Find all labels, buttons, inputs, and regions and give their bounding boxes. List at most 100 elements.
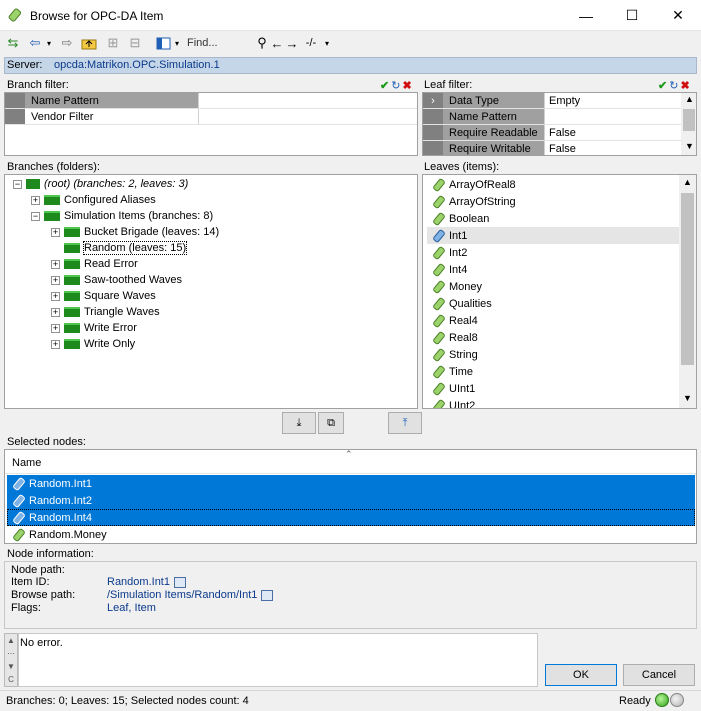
clear-x-icon[interactable]: ✖ [402, 79, 411, 92]
ok-button[interactable]: OK [545, 664, 617, 686]
leaf-item[interactable]: Qualities [427, 295, 696, 312]
find-option[interactable]: -/- [301, 34, 321, 52]
selected-node-row[interactable]: Random.Int2 [7, 492, 695, 509]
cancel-button[interactable]: Cancel [623, 664, 695, 686]
leaf-item[interactable]: Int2 [427, 244, 696, 261]
leaf-item[interactable]: UInt2 [427, 397, 696, 408]
tree-node-triangle-waves[interactable]: + Triangle Waves [51, 304, 160, 320]
forward-icon[interactable]: ⇨ [58, 34, 76, 52]
leaf-item[interactable]: Time [427, 363, 696, 380]
add-all-button[interactable]: ⧉ [318, 412, 344, 434]
scroll-down-icon[interactable]: ▼ [683, 393, 692, 403]
folder-icon [64, 339, 80, 349]
leaf-filter-row[interactable]: Require Readable False [423, 125, 681, 141]
expand-icon[interactable]: ⊞ [104, 34, 122, 52]
tree-node-write-only[interactable]: + Write Only [51, 336, 135, 352]
tree-node-read-error[interactable]: + Read Error [51, 256, 138, 272]
find-input[interactable]: Find... [187, 34, 251, 52]
browse-path-value: /Simulation Items/Random/Int1 [107, 589, 274, 601]
find-option-dropdown-icon[interactable]: ▾ [322, 34, 332, 52]
title-bar: Browse for OPC-DA Item — ☐ ✕ [0, 0, 701, 31]
find-next-icon[interactable]: → [285, 34, 299, 52]
layout-dropdown-icon[interactable]: ▾ [172, 34, 182, 52]
leaf-item[interactable]: Int1 [427, 227, 696, 244]
leaf-filter-row[interactable]: Require Writable False [423, 141, 681, 155]
folder-icon [64, 259, 80, 269]
expand-toggle-icon[interactable]: + [51, 339, 60, 349]
leaf-item[interactable]: Money [427, 278, 696, 295]
scroll-down-icon[interactable]: ▼ [685, 141, 694, 151]
add-selected-button[interactable]: ⤓ [282, 412, 316, 434]
expand-toggle-icon[interactable]: + [51, 275, 60, 285]
expand-toggle-icon[interactable]: + [51, 259, 60, 269]
scroll-down-icon[interactable]: ▼ [5, 660, 17, 673]
collapse-toggle-icon[interactable]: − [13, 179, 22, 189]
expand-toggle-icon[interactable]: + [51, 291, 60, 301]
leaf-item[interactable]: Boolean [427, 210, 696, 227]
tree-node-simulation-items[interactable]: − Simulation Items (branches: 8) [31, 208, 213, 224]
close-button[interactable]: ✕ [655, 0, 701, 31]
tree-node-root[interactable]: − (root) (branches: 2, leaves: 3) [13, 176, 188, 192]
expand-toggle-icon[interactable]: + [51, 323, 60, 333]
leaf-label: Boolean [449, 212, 490, 225]
minimize-button[interactable]: — [563, 0, 609, 31]
copy-icon[interactable] [173, 576, 186, 588]
leaf-filter-row[interactable]: Name Pattern [423, 109, 681, 125]
find-previous-icon[interactable]: ← [270, 34, 284, 52]
node-info-panel: Node path: Item ID: Random.Int1 Browse p… [4, 561, 697, 629]
branch-filter-grid: Name Pattern Vendor Filter [4, 92, 418, 156]
expand-toggle-icon[interactable]: + [51, 307, 60, 317]
leaf-item[interactable]: UInt1 [427, 380, 696, 397]
leaf-item[interactable]: Real4 [427, 312, 696, 329]
leaves-scrollbar[interactable]: ▲ ▼ [679, 175, 696, 408]
branch-filter-row[interactable]: Vendor Filter [5, 109, 417, 125]
leaf-item[interactable]: ArrayOfReal8 [427, 176, 696, 193]
search-icon[interactable]: ⚲ [255, 34, 269, 52]
tree-node-square-waves[interactable]: + Square Waves [51, 288, 156, 304]
clear-log-icon[interactable]: C [5, 673, 17, 686]
branch-filter-row[interactable]: Name Pattern [5, 93, 417, 109]
tree-node-random[interactable]: Random (leaves: 15) [64, 240, 188, 256]
column-header[interactable]: Name ⌃ [5, 449, 696, 474]
tree-node-saw-toothed-waves[interactable]: + Saw-toothed Waves [51, 272, 182, 288]
leaf-filter-row[interactable]: › Data Type Empty [423, 93, 681, 109]
collapse-toggle-icon[interactable]: − [31, 211, 40, 221]
expand-toggle-icon[interactable]: + [31, 195, 40, 205]
selected-node-row[interactable]: Random.Money [7, 526, 695, 543]
tree-node-configured-aliases[interactable]: + Configured Aliases [31, 192, 156, 208]
maximize-button[interactable]: ☐ [609, 0, 655, 31]
scroll-up-icon[interactable]: ▲ [685, 94, 694, 104]
tree-node-write-error[interactable]: + Write Error [51, 320, 137, 336]
reset-icon[interactable]: ↻ [391, 79, 400, 92]
leaf-item[interactable]: String [427, 346, 696, 363]
scroll-up-icon[interactable]: ▲ [683, 177, 692, 187]
leaf-item[interactable]: ArrayOfString [427, 193, 696, 210]
copy-icon[interactable] [261, 589, 274, 601]
more-icon[interactable]: ⋯ [5, 647, 17, 660]
leaf-label: Money [449, 280, 483, 293]
apply-check-icon[interactable]: ✔ [658, 79, 667, 92]
expand-toggle-icon[interactable]: + [51, 227, 60, 237]
leaf-label: Int4 [449, 263, 468, 276]
tree-node-bucket-brigade[interactable]: + Bucket Brigade (leaves: 14) [51, 224, 219, 240]
leaf-item[interactable]: Int4 [427, 261, 696, 278]
scroll-thumb[interactable] [681, 193, 694, 365]
collapse-icon[interactable]: ⊟ [126, 34, 144, 52]
server-value[interactable]: opcda:Matrikon.OPC.Simulation.1 [54, 59, 220, 71]
remove-selected-button[interactable]: ⤒ [388, 412, 422, 434]
selected-node-row[interactable]: Random.Int1 [7, 475, 695, 492]
back-icon[interactable]: ⇦ [26, 34, 44, 52]
back-dropdown-icon[interactable]: ▾ [44, 34, 54, 52]
reset-icon[interactable]: ↻ [669, 79, 678, 92]
scroll-thumb[interactable] [683, 109, 695, 131]
leaf-item[interactable]: Real8 [427, 329, 696, 346]
server-bar: Server: opcda:Matrikon.OPC.Simulation.1 [4, 57, 697, 74]
refresh-icon[interactable]: ⇆ [4, 34, 22, 52]
layout-icon[interactable] [154, 34, 172, 52]
leaf-filter-scrollbar[interactable]: ▲ ▼ [681, 93, 696, 155]
apply-check-icon[interactable]: ✔ [380, 79, 389, 92]
up-folder-icon[interactable] [80, 34, 98, 52]
selected-node-row[interactable]: Random.Int4 [7, 509, 695, 526]
clear-x-icon[interactable]: ✖ [680, 79, 689, 92]
scroll-up-icon[interactable]: ▲ [5, 634, 17, 647]
